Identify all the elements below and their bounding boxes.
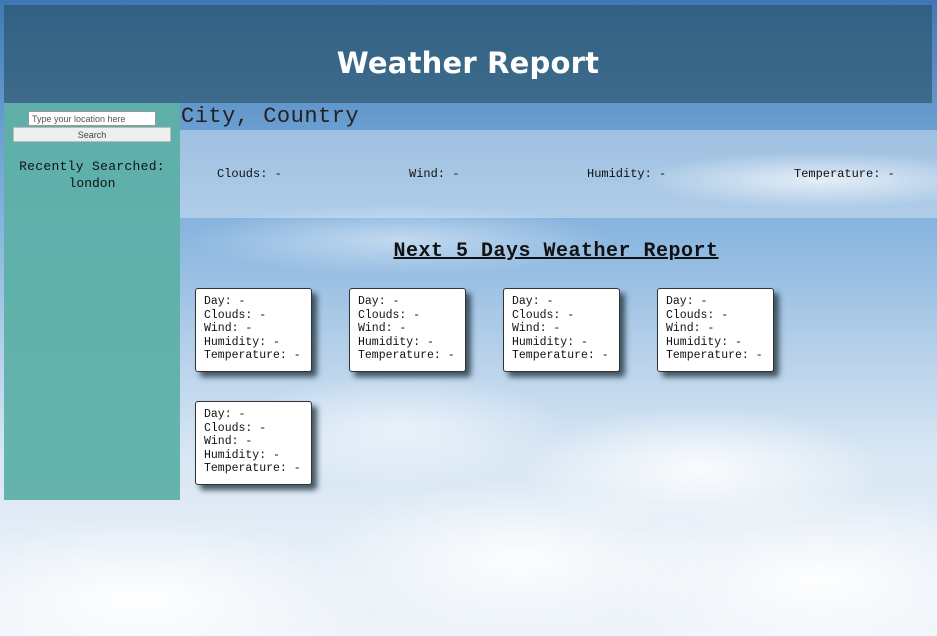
current-wind: Wind: - <box>409 167 460 181</box>
search-button[interactable]: Search <box>13 127 171 142</box>
search-input[interactable] <box>28 111 156 126</box>
forecast-humidity: Humidity: - <box>666 335 742 349</box>
forecast-temperature: Temperature: - <box>204 462 301 475</box>
current-humidity: Humidity: - <box>587 167 667 181</box>
forecast-wind: Wind: - <box>512 322 561 335</box>
sidebar: Search Recently Searched: london <box>4 103 180 500</box>
page-title: Weather Report <box>336 46 600 80</box>
forecast-humidity: Humidity: - <box>358 335 434 349</box>
forecast-wind: Wind: - <box>204 435 253 448</box>
forecast-clouds: Clouds: - <box>512 308 575 322</box>
forecast-card: Day: - Clouds: - Wind: - Humidity: - Tem… <box>503 288 620 372</box>
forecast-humidity: Humidity: - <box>204 448 280 462</box>
forecast-temperature: Temperature: - <box>204 349 301 362</box>
page-header: Weather Report <box>4 5 932 103</box>
forecast-day: Day: - <box>204 408 246 421</box>
forecast-clouds: Clouds: - <box>204 308 267 322</box>
forecast-temperature: Temperature: - <box>666 349 763 362</box>
forecast-clouds: Clouds: - <box>204 421 267 435</box>
forecast-clouds: Clouds: - <box>666 308 729 322</box>
forecast-humidity: Humidity: - <box>204 335 280 349</box>
current-weather-panel: Clouds: - Wind: - Humidity: - Temperatur… <box>180 130 937 218</box>
forecast-temperature: Temperature: - <box>358 349 455 362</box>
forecast-card: Day: - Clouds: - Wind: - Humidity: - Tem… <box>349 288 466 372</box>
recent-search-item[interactable]: london <box>4 175 180 192</box>
forecast-day: Day: - <box>512 295 554 308</box>
forecast-wind: Wind: - <box>204 322 253 335</box>
forecast-day: Day: - <box>666 295 708 308</box>
forecast-day: Day: - <box>204 295 246 308</box>
current-clouds: Clouds: - <box>217 167 282 181</box>
forecast-card: Day: - Clouds: - Wind: - Humidity: - Tem… <box>195 401 312 485</box>
recently-searched-label: Recently Searched: <box>19 159 165 174</box>
forecast-humidity: Humidity: - <box>512 335 588 349</box>
forecast-card: Day: - Clouds: - Wind: - Humidity: - Tem… <box>657 288 774 372</box>
forecast-temperature: Temperature: - <box>512 349 609 362</box>
forecast-wind: Wind: - <box>358 322 407 335</box>
forecast-wind: Wind: - <box>666 322 715 335</box>
forecast-day: Day: - <box>358 295 400 308</box>
current-temperature: Temperature: - <box>794 167 895 181</box>
forecast-heading: Next 5 Days Weather Report <box>393 240 719 263</box>
forecast-clouds: Clouds: - <box>358 308 421 322</box>
current-location: City, Country <box>181 104 360 129</box>
forecast-card: Day: - Clouds: - Wind: - Humidity: - Tem… <box>195 288 312 372</box>
